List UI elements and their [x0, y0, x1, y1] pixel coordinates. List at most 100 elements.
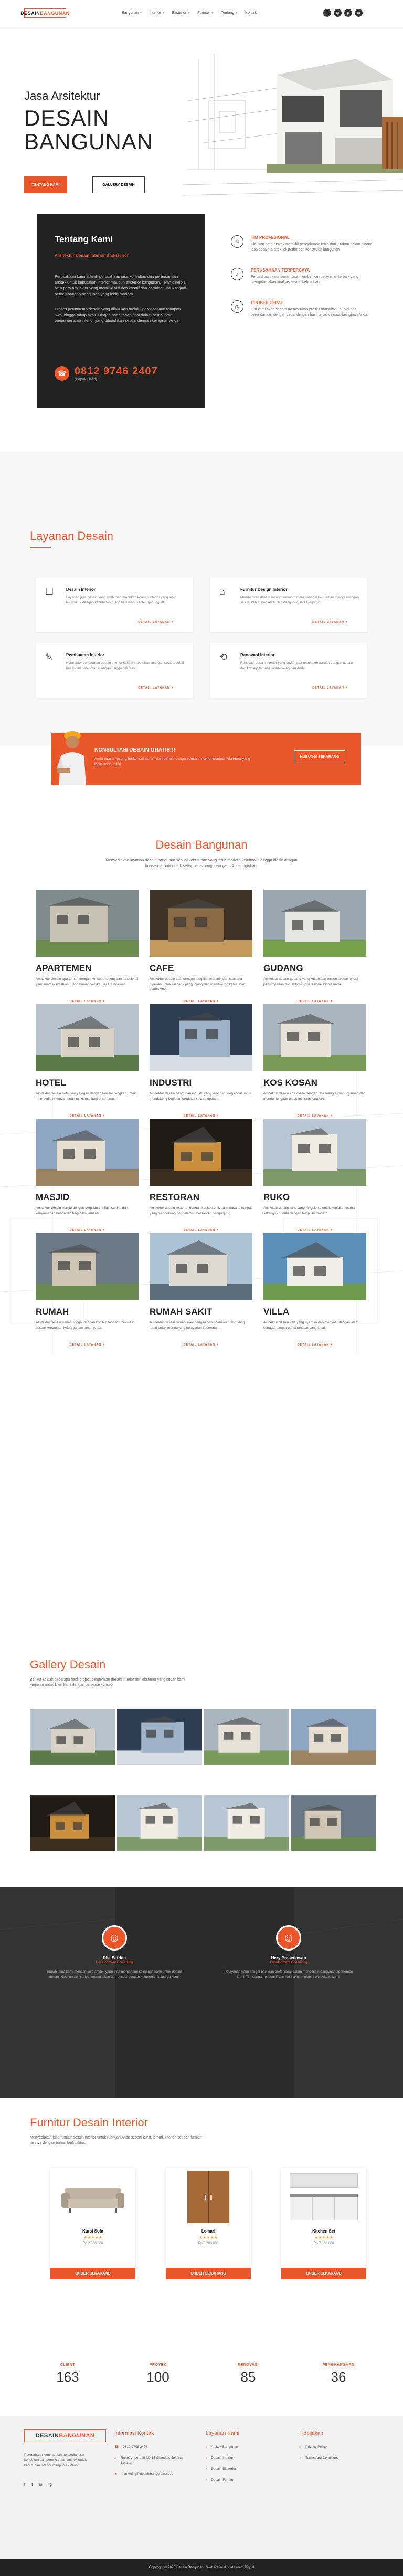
phone-block[interactable]: ☎ 0812 9746 2407 (Bapak Hafid) [55, 366, 158, 381]
building-card[interactable]: VILLA Arsitektur desain villa yang nyaman… [263, 1233, 366, 1347]
footer-service-link[interactable]: › Desain Eksterior [206, 2467, 239, 2471]
service-card[interactable]: ⟲ Renovasi Interior Renovasi desain interi… [210, 643, 367, 698]
building-image[interactable] [36, 890, 139, 957]
order-button[interactable]: ORDER SEKARANG [50, 2268, 135, 2279]
logo-text-b: BANGUNAN [40, 11, 70, 16]
building-card[interactable]: INDUSTRI Arsitektur desain bangunan indus… [150, 1004, 252, 1118]
gallery-image[interactable] [204, 1784, 289, 1862]
nav-item-4[interactable]: Tentang ▼ [221, 11, 238, 15]
site-logo[interactable]: DESAIN BANGUNAN [20, 8, 69, 18]
gallery-image[interactable] [291, 1784, 376, 1862]
footer-social-icon[interactable]: t [31, 2482, 33, 2487]
building-detail-link[interactable]: DETAIL LAYANAN [150, 1343, 252, 1347]
service-title: Pembuatan Interior [66, 653, 104, 658]
service-card[interactable]: ⌂ Furnitur Design Interior Memberikan desa… [210, 578, 367, 632]
footer-policy-link[interactable]: › Privacy Policy [300, 2445, 338, 2449]
building-image[interactable] [150, 1233, 252, 1300]
about-us-button[interactable]: TENTANG KAMI [24, 176, 67, 193]
service-detail-link[interactable]: DETAIL LAYANAN [312, 686, 347, 690]
building-detail-link[interactable]: DETAIL LAYANAN [263, 1343, 366, 1347]
service-card[interactable]: ✎ Pembuatan Interior Kontraktor pembuatan … [36, 643, 193, 698]
footer-policy-link[interactable]: › Terms And Conditions [300, 2456, 338, 2460]
building-card[interactable]: RUMAH Arsitektur desain rumah tinggal den… [36, 1233, 139, 1347]
building-detail-link[interactable]: DETAIL LAYANAN [150, 1229, 252, 1232]
service-detail-link[interactable]: DETAIL LAYANAN [138, 686, 173, 690]
furniture-card[interactable]: Kitchen Set ★★★★★ Rp 7.500.000 ORDER SEKARA… [281, 2168, 366, 2279]
building-image[interactable] [263, 1119, 366, 1186]
contact-text: Ruko Ampera III No.18 Cilandak, Jakarta … [120, 2456, 183, 2465]
testimonial-card: ☺ Hery Prasetiawan Development Consulting P… [220, 1925, 357, 1980]
building-image[interactable] [36, 1119, 139, 1186]
order-button[interactable]: ORDER SEKARANG [166, 2268, 251, 2279]
building-card[interactable]: APARTEMEN Arsitektur desain apartemen den… [36, 890, 139, 1003]
building-text: Arsitektur desain restoran dengan konsep… [150, 1206, 252, 1215]
footer-service-link[interactable]: › Arsitek Bangunan [206, 2445, 239, 2449]
contact-now-button[interactable]: HUBUNGI SEKARANG [294, 750, 345, 763]
building-card[interactable]: HOTEL Arsitektur desain hotel yang elegan… [36, 1004, 139, 1118]
building-image[interactable] [263, 890, 366, 957]
building-detail-link[interactable]: DETAIL LAYANAN [263, 1229, 366, 1232]
nav-item-1[interactable]: Interior ▼ [150, 11, 165, 15]
gallery-image[interactable] [117, 1784, 202, 1862]
service-card[interactable]: ☐ Desain Interior Layanan jasa desain yang… [36, 578, 193, 632]
social-icon-0[interactable]: f [323, 9, 331, 17]
building-image[interactable] [36, 1004, 139, 1071]
nav-item-3[interactable]: Furnitur ▼ [197, 11, 214, 15]
building-text: Arsitektur desain ruko yang fungsional u… [263, 1206, 355, 1215]
furniture-card[interactable]: Lemari ★★★★★ Rp 3.200.000 ORDER SEKARANG [166, 2168, 251, 2279]
furniture-desc: Menyediakan jasa furnitur desain interio… [30, 2136, 203, 2145]
social-icon-3[interactable]: in [355, 9, 363, 17]
building-detail-link[interactable]: DETAIL LAYANAN [36, 1114, 139, 1118]
building-text: Arsitektur desain rumah tinggal dengan k… [36, 1321, 135, 1330]
contact-item[interactable]: ✉ marketing@desainbangunan.co.id [114, 2471, 186, 2476]
building-card[interactable]: CAFE Arsitektur desain cafe dengan tampil… [150, 890, 252, 1003]
gallery-image[interactable] [291, 1697, 376, 1776]
nav-item-2[interactable]: Eksterior ▼ [172, 11, 190, 15]
building-detail-link[interactable]: DETAIL LAYANAN [36, 1000, 139, 1003]
arrow-right-icon [103, 1229, 105, 1231]
building-image[interactable] [150, 890, 252, 957]
phone-number[interactable]: 0812 9746 2407 [75, 366, 158, 378]
gallery-image[interactable] [117, 1697, 202, 1776]
gallery-image[interactable] [30, 1784, 115, 1862]
building-card[interactable]: RUKO Arsitektur desain ruko yang fungsion… [263, 1119, 366, 1232]
contact-item[interactable]: ⌂ Ruko Ampera III No.18 Cilandak, Jakarta… [114, 2456, 186, 2465]
gallery-button[interactable]: GALLERY DESAIN [92, 176, 145, 193]
gallery-section: Gallery Desain Berikut adalah beberapa h… [0, 1649, 403, 1875]
building-image[interactable] [36, 1233, 139, 1300]
building-image[interactable] [150, 1119, 252, 1186]
building-card[interactable]: GUDANG Arsitektur desain gudang yang koko… [263, 890, 366, 1003]
furniture-card[interactable]: Kursi Sofa ★★★★★ Rp 2.500.000 ORDER SEKARAN… [50, 2168, 135, 2279]
footer-social-icon[interactable]: f [24, 2482, 25, 2487]
building-image[interactable] [263, 1004, 366, 1071]
footer-social-icon[interactable]: ig [49, 2482, 52, 2487]
building-card[interactable]: RESTORAN Arsitektur desain restoran denga… [150, 1119, 252, 1232]
building-detail-link[interactable]: DETAIL LAYANAN [263, 1114, 366, 1118]
footer-logo[interactable]: DESAIN BANGUNAN [24, 2429, 106, 2442]
building-detail-link[interactable]: DETAIL LAYANAN [36, 1343, 139, 1347]
social-icon-1[interactable]: ig [334, 9, 342, 17]
footer-social-icon[interactable]: in [39, 2482, 42, 2487]
contact-icon: ⌂ [114, 2456, 116, 2460]
order-button[interactable]: ORDER SEKARANG [281, 2268, 366, 2279]
building-card[interactable]: KOS KOSAN Arsitektur desain kos kosan den… [263, 1004, 366, 1118]
gallery-image[interactable] [204, 1697, 289, 1776]
building-detail-link[interactable]: DETAIL LAYANAN [36, 1229, 139, 1232]
building-card[interactable]: MASJID Arsitektur desain masjid dengan pe… [36, 1119, 139, 1232]
building-detail-link[interactable]: DETAIL LAYANAN [150, 1114, 252, 1118]
building-detail-link[interactable]: DETAIL LAYANAN [150, 1000, 252, 1003]
gallery-image[interactable] [30, 1697, 115, 1776]
nav-item-5[interactable]: Kontak [245, 11, 257, 15]
footer-service-link[interactable]: › Desain Interior [206, 2456, 239, 2460]
building-image[interactable] [150, 1004, 252, 1071]
social-icon-2[interactable]: p [344, 9, 352, 17]
building-card[interactable]: RUMAH SAKIT Arsitektur desain rumah sakit… [150, 1233, 252, 1347]
building-detail-link[interactable]: DETAIL LAYANAN [263, 1000, 366, 1003]
building-image[interactable] [263, 1233, 366, 1300]
contact-item[interactable]: ☎ 0812 9746 2407 [114, 2445, 186, 2449]
nav-item-0[interactable]: Bangunan ▼ [122, 11, 142, 15]
service-detail-link[interactable]: DETAIL LAYANAN [138, 621, 173, 624]
service-detail-link[interactable]: DETAIL LAYANAN [312, 621, 347, 624]
footer-service-link[interactable]: › Desain Furnitur [206, 2478, 239, 2483]
avatar: ☺ [102, 1925, 127, 1951]
